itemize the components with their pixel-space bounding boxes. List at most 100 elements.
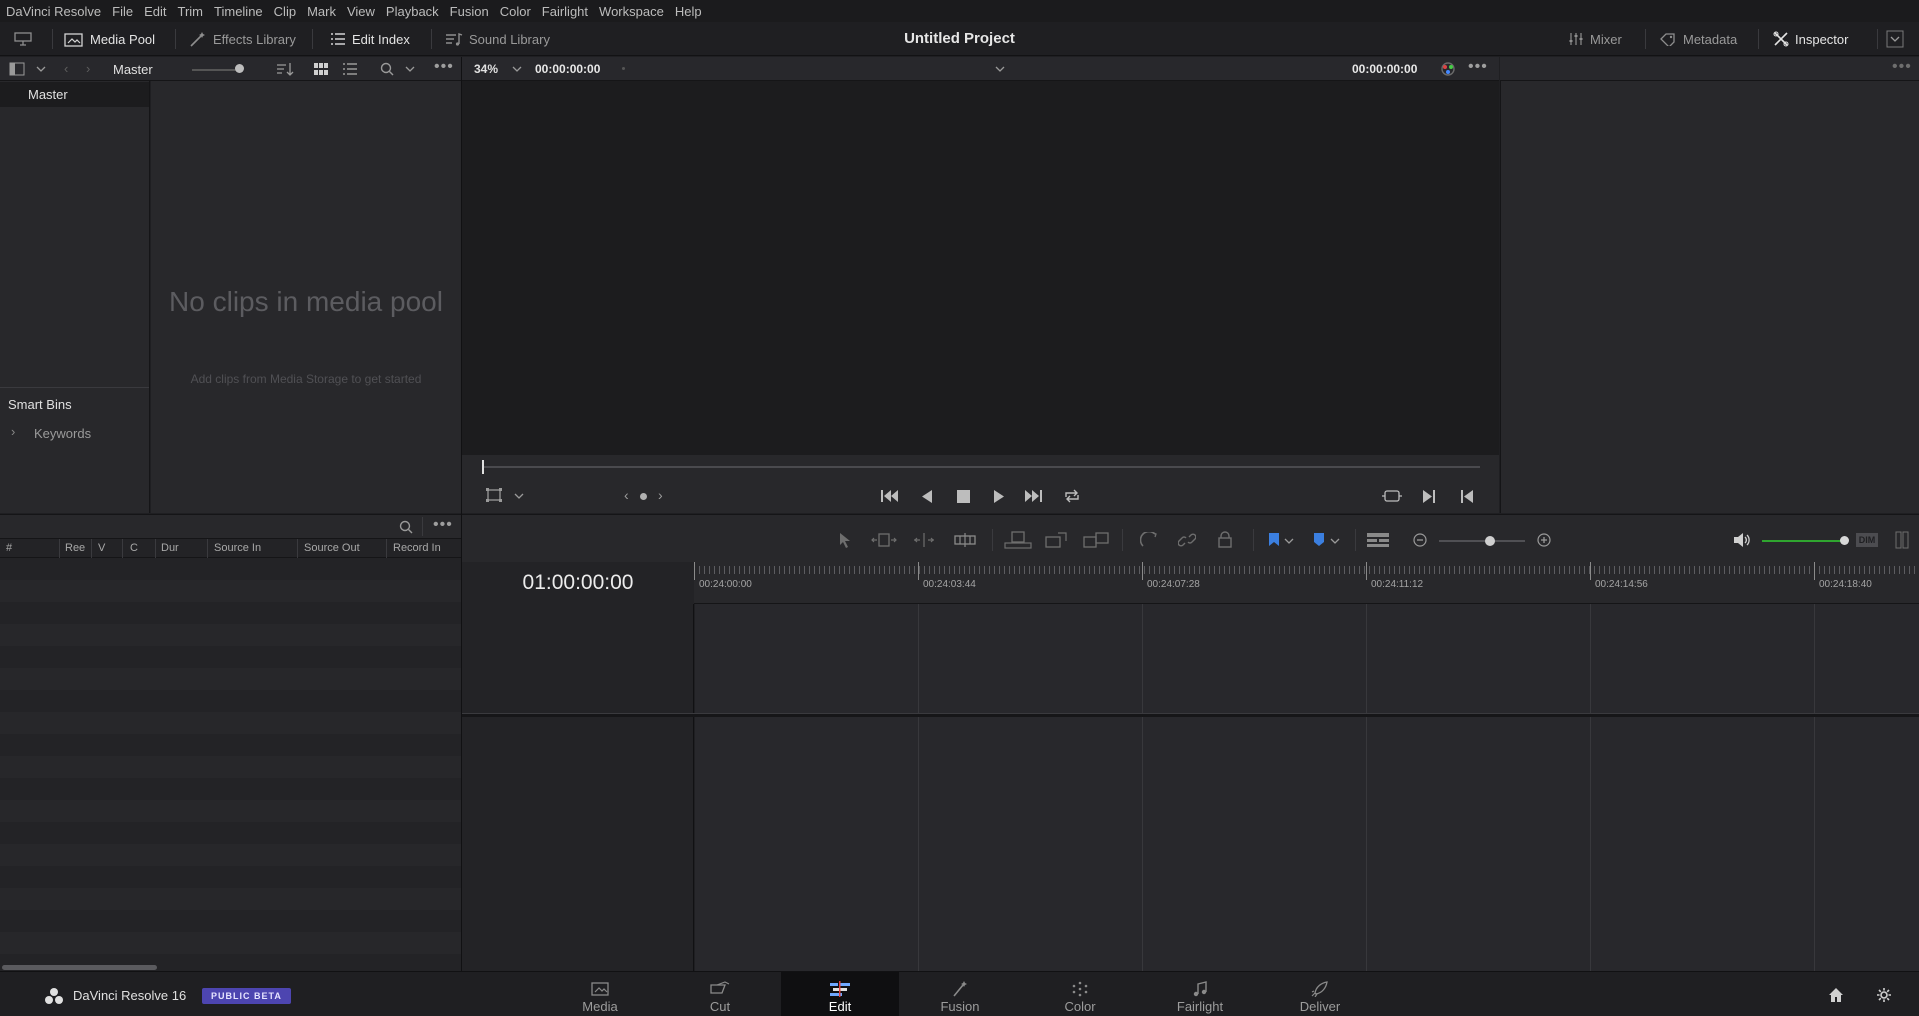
- lock-icon[interactable]: [1218, 531, 1232, 548]
- menu-davinci-resolve[interactable]: DaVinci Resolve: [6, 4, 101, 19]
- effects-library-button[interactable]: Effects Library: [189, 22, 296, 56]
- snapping-icon[interactable]: [1140, 532, 1158, 548]
- loop-icon[interactable]: [1063, 488, 1081, 504]
- column-video[interactable]: V: [98, 542, 105, 554]
- play-icon[interactable]: [993, 490, 1005, 503]
- menu-workspace[interactable]: Workspace: [599, 4, 664, 19]
- column-number[interactable]: #: [6, 542, 12, 554]
- column-record-in[interactable]: Record In: [393, 542, 441, 554]
- chevron-down-icon[interactable]: [514, 492, 524, 500]
- more-options-icon[interactable]: •••: [434, 59, 454, 75]
- flag-icon[interactable]: [1268, 532, 1280, 547]
- home-icon[interactable]: [1828, 987, 1844, 1003]
- stop-icon[interactable]: [957, 490, 970, 503]
- sort-icon[interactable]: [276, 62, 294, 76]
- color-wheel-icon[interactable]: [1440, 61, 1456, 77]
- gear-icon[interactable]: [1876, 987, 1892, 1003]
- dynamic-trim-icon[interactable]: [913, 532, 935, 548]
- more-options-icon[interactable]: •••: [1892, 59, 1912, 75]
- page-tab-edit[interactable]: Edit: [781, 972, 899, 1016]
- search-icon[interactable]: [399, 520, 413, 534]
- chevron-down-icon[interactable]: [1284, 537, 1294, 545]
- jog-left-icon[interactable]: ‹: [624, 488, 629, 502]
- edit-index-list[interactable]: [0, 558, 461, 962]
- column-duration[interactable]: Dur: [161, 542, 179, 554]
- go-to-end-icon[interactable]: [1024, 489, 1042, 503]
- smart-bin-keywords[interactable]: › Keywords: [0, 422, 149, 444]
- full-extent-zoom-icon[interactable]: [1366, 532, 1390, 548]
- back-arrow-icon[interactable]: ‹: [64, 62, 68, 75]
- menu-edit[interactable]: Edit: [144, 4, 166, 19]
- timeline-ruler[interactable]: 00:24:00:00 00:24:03:44 00:24:07:28 00:2…: [694, 562, 1919, 604]
- menu-view[interactable]: View: [347, 4, 375, 19]
- selection-tool-icon[interactable]: [839, 532, 851, 548]
- chevron-down-icon[interactable]: [405, 65, 415, 73]
- menu-help[interactable]: Help: [675, 4, 702, 19]
- menu-fusion[interactable]: Fusion: [450, 4, 489, 19]
- zoom-in-icon[interactable]: [1537, 533, 1551, 547]
- chevron-down-icon[interactable]: [512, 65, 522, 73]
- jog-right-icon[interactable]: ›: [658, 488, 663, 502]
- link-icon[interactable]: [1178, 532, 1196, 548]
- zoom-level[interactable]: 34%: [474, 62, 498, 76]
- jog-wheel[interactable]: [640, 493, 647, 500]
- video-audio-divider[interactable]: [462, 713, 1919, 717]
- go-to-start-icon[interactable]: [881, 489, 899, 503]
- menu-playback[interactable]: Playback: [386, 4, 439, 19]
- search-icon[interactable]: [380, 62, 394, 76]
- replace-clip-icon[interactable]: [1082, 531, 1110, 549]
- media-pool-clips[interactable]: No clips in media pool Add clips from Me…: [151, 81, 461, 513]
- speaker-icon[interactable]: [1733, 532, 1751, 548]
- column-clip[interactable]: C: [130, 542, 138, 554]
- more-options-icon[interactable]: •••: [1468, 59, 1488, 75]
- page-tab-media[interactable]: Media: [541, 972, 659, 1016]
- overwrite-clip-icon[interactable]: [1044, 531, 1068, 549]
- menu-mark[interactable]: Mark: [307, 4, 336, 19]
- previous-edit-icon[interactable]: [1460, 490, 1474, 503]
- insert-clip-icon[interactable]: [1004, 531, 1032, 549]
- timeline-zoom-slider[interactable]: [1485, 536, 1495, 546]
- sound-library-button[interactable]: Sound Library: [445, 22, 550, 56]
- sidebar-toggle-icon[interactable]: [9, 62, 25, 76]
- timeline-tracks[interactable]: [695, 604, 1919, 971]
- mixer-button[interactable]: Mixer: [1568, 22, 1622, 56]
- inspector-button[interactable]: Inspector: [1773, 22, 1848, 56]
- metadata-button[interactable]: Metadata: [1659, 22, 1737, 56]
- page-tab-fairlight[interactable]: Fairlight: [1141, 972, 1259, 1016]
- grid-view-icon[interactable]: [314, 63, 328, 75]
- match-frame-icon[interactable]: [1382, 489, 1402, 503]
- dim-button[interactable]: DIM: [1856, 533, 1878, 547]
- menu-trim[interactable]: Trim: [178, 4, 204, 19]
- column-source-out[interactable]: Source Out: [304, 542, 360, 554]
- column-source-in[interactable]: Source In: [214, 542, 261, 554]
- thumbnail-size-slider[interactable]: [235, 64, 244, 73]
- menu-color[interactable]: Color: [500, 4, 531, 19]
- chevron-down-icon[interactable]: [1330, 537, 1340, 545]
- trim-tool-icon[interactable]: [871, 532, 897, 548]
- workspace-toggle-button[interactable]: [14, 22, 32, 56]
- next-edit-icon[interactable]: [1422, 490, 1436, 503]
- marker-icon[interactable]: [1313, 532, 1325, 547]
- blade-tool-icon[interactable]: [954, 532, 976, 548]
- menu-file[interactable]: File: [112, 4, 133, 19]
- page-tab-color[interactable]: Color: [1021, 972, 1139, 1016]
- timeline-viewer[interactable]: [462, 81, 1499, 455]
- zoom-out-icon[interactable]: [1413, 533, 1427, 547]
- transform-icon[interactable]: [486, 488, 502, 502]
- viewer-scrubber-bar[interactable]: [482, 466, 1480, 468]
- scrubber-playhead[interactable]: [482, 460, 484, 474]
- expand-toolbar-button[interactable]: [1886, 22, 1904, 56]
- page-tab-fusion[interactable]: Fusion: [901, 972, 1019, 1016]
- forward-arrow-icon[interactable]: ›: [86, 62, 90, 75]
- menu-clip[interactable]: Clip: [274, 4, 296, 19]
- list-view-icon[interactable]: [343, 63, 357, 75]
- chevron-down-icon[interactable]: [995, 65, 1005, 73]
- menu-fairlight[interactable]: Fairlight: [542, 4, 588, 19]
- play-reverse-icon[interactable]: [921, 490, 933, 503]
- media-pool-button[interactable]: Media Pool: [64, 22, 155, 56]
- page-tab-cut[interactable]: Cut: [661, 972, 779, 1016]
- menu-timeline[interactable]: Timeline: [214, 4, 263, 19]
- edit-index-button[interactable]: Edit Index: [330, 22, 410, 56]
- more-options-icon[interactable]: •••: [433, 517, 453, 533]
- horizontal-scrollbar-thumb[interactable]: [2, 965, 157, 970]
